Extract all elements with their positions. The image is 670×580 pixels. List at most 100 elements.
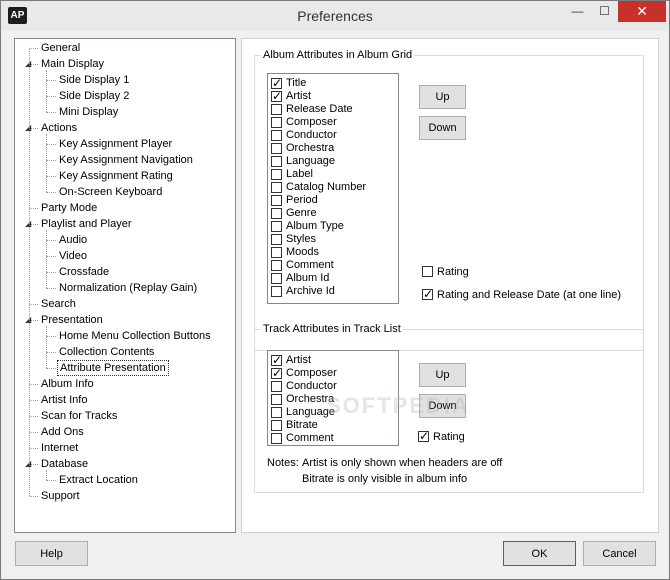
attribute-checkbox[interactable] xyxy=(271,156,282,167)
tree-item[interactable]: Party Mode xyxy=(39,200,99,216)
maximize-button[interactable]: ☐ xyxy=(591,1,618,22)
tree-item[interactable]: Add Ons xyxy=(39,424,86,440)
minimize-button[interactable]: — xyxy=(564,1,591,22)
track-rating-checkbox[interactable]: Rating xyxy=(418,429,465,444)
attribute-checkbox-row[interactable]: Moods xyxy=(271,246,319,259)
tree-item[interactable]: Key Assignment Rating xyxy=(57,168,175,184)
tree-connector xyxy=(46,368,56,369)
attribute-checkbox-row[interactable]: Language xyxy=(271,155,335,168)
attribute-checkbox[interactable] xyxy=(271,366,282,380)
tree-item[interactable]: Normalization (Replay Gain) xyxy=(57,280,199,296)
tree-item[interactable]: On-Screen Keyboard xyxy=(57,184,164,200)
tree-item[interactable]: Attribute Presentation xyxy=(57,360,169,376)
attribute-checkbox[interactable] xyxy=(271,76,282,90)
close-button[interactable]: ✕ xyxy=(618,1,666,22)
attribute-checkbox[interactable] xyxy=(271,247,282,258)
tree-item[interactable]: Main Display xyxy=(39,56,106,72)
rating-release-date-checkbox-box[interactable] xyxy=(422,287,433,301)
attribute-checkbox[interactable] xyxy=(271,117,282,128)
tree-item[interactable]: Side Display 2 xyxy=(57,88,131,104)
album-rating-checkbox[interactable]: Rating xyxy=(422,265,469,279)
attribute-checkbox[interactable] xyxy=(271,353,282,367)
attribute-checkbox[interactable] xyxy=(271,381,282,392)
attribute-checkbox-row[interactable]: Period xyxy=(271,194,318,207)
attribute-checkbox-row[interactable]: Orchestra xyxy=(271,142,334,155)
preferences-window: AP Preferences — ☐ ✕ General ◢ Main Displa… xyxy=(0,0,670,580)
track-rating-checkbox-box[interactable] xyxy=(418,429,429,443)
attribute-checkbox-row[interactable]: Catalog Number xyxy=(271,181,366,194)
attribute-checkbox[interactable] xyxy=(271,433,282,444)
attribute-checkbox[interactable] xyxy=(271,143,282,154)
tree-connector xyxy=(46,240,56,241)
tree-item[interactable]: Album Info xyxy=(39,376,96,392)
attribute-checkbox[interactable] xyxy=(271,104,282,115)
attribute-checkbox-row[interactable]: Orchestra xyxy=(271,393,334,406)
attribute-checkbox[interactable] xyxy=(271,182,282,193)
album-down-button[interactable]: Down xyxy=(419,116,466,140)
tree-item[interactable]: Key Assignment Navigation xyxy=(57,152,195,168)
tree-branch-line xyxy=(46,70,47,112)
ok-button[interactable]: OK xyxy=(503,541,576,566)
attribute-checkbox[interactable] xyxy=(271,273,282,284)
tree-item[interactable]: Support xyxy=(39,488,82,504)
tree-item[interactable]: Scan for Tracks xyxy=(39,408,119,424)
rating-release-date-checkbox[interactable]: Rating and Release Date (at one line) xyxy=(422,287,621,302)
tree-item[interactable]: Collection Contents xyxy=(57,344,156,360)
tree-item[interactable]: Video xyxy=(57,248,89,264)
attribute-checkbox[interactable] xyxy=(271,286,282,297)
tree-item[interactable]: Audio xyxy=(57,232,89,248)
tree-connector xyxy=(46,80,56,81)
title-bar[interactable]: AP Preferences — ☐ ✕ xyxy=(1,1,669,31)
preferences-tree[interactable]: General ◢ Main Display Side Display 1 Side D… xyxy=(14,38,236,533)
attribute-checkbox-row[interactable]: Archive Id xyxy=(271,285,335,298)
attribute-checkbox[interactable] xyxy=(271,394,282,405)
attribute-checkbox-row[interactable]: Album Id xyxy=(271,272,329,285)
attribute-checkbox[interactable] xyxy=(271,169,282,180)
tree-item[interactable]: Actions xyxy=(39,120,79,136)
attribute-checkbox-row[interactable]: Comment xyxy=(271,259,334,272)
tree-item[interactable]: General xyxy=(39,40,82,56)
attribute-checkbox-row[interactable]: Composer xyxy=(271,116,337,129)
attribute-checkbox[interactable] xyxy=(271,89,282,103)
album-rating-checkbox-box[interactable] xyxy=(422,266,433,277)
album-up-button[interactable]: Up xyxy=(419,85,466,109)
attribute-checkbox[interactable] xyxy=(271,130,282,141)
tree-item[interactable]: Crossfade xyxy=(57,264,111,280)
attribute-checkbox-row[interactable]: Styles xyxy=(271,233,316,246)
attribute-checkbox[interactable] xyxy=(271,234,282,245)
attribute-checkbox-row[interactable]: Composer xyxy=(271,366,337,380)
tree-item[interactable]: Internet xyxy=(39,440,80,456)
tree-connector xyxy=(46,336,56,337)
tree-item[interactable]: Mini Display xyxy=(57,104,120,120)
attribute-checkbox[interactable] xyxy=(271,195,282,206)
tree-root-line xyxy=(29,48,30,496)
attribute-checkbox-row[interactable]: Conductor xyxy=(271,129,337,142)
attribute-checkbox-row[interactable]: Conductor xyxy=(271,380,337,393)
attribute-checkbox[interactable] xyxy=(271,208,282,219)
attribute-checkbox-row[interactable]: Album Type xyxy=(271,220,344,233)
attribute-checkbox-row[interactable]: Genre xyxy=(271,207,317,220)
help-button[interactable]: Help xyxy=(15,541,88,566)
tree-item[interactable]: Presentation xyxy=(39,312,105,328)
attribute-checkbox-row[interactable]: Comment xyxy=(271,432,334,445)
attribute-checkbox[interactable] xyxy=(271,420,282,431)
attribute-checkbox-row[interactable]: Label xyxy=(271,168,313,181)
attribute-checkbox[interactable] xyxy=(271,407,282,418)
attribute-label: Language xyxy=(286,155,335,167)
tree-item[interactable]: Home Menu Collection Buttons xyxy=(57,328,213,344)
tree-item[interactable]: Artist Info xyxy=(39,392,89,408)
attribute-label: Title xyxy=(286,77,307,89)
album-attributes-list[interactable]: TitleArtistRelease DateComposerConductor… xyxy=(267,73,399,304)
attribute-checkbox[interactable] xyxy=(271,260,282,271)
attribute-checkbox-row[interactable]: Artist xyxy=(271,89,311,103)
cancel-button[interactable]: Cancel xyxy=(583,541,656,566)
tree-item[interactable]: Search xyxy=(39,296,78,312)
tree-item[interactable]: Extract Location xyxy=(57,472,140,488)
tree-item[interactable]: Side Display 1 xyxy=(57,72,131,88)
attribute-checkbox-row[interactable]: Bitrate xyxy=(271,419,318,432)
tree-item[interactable]: Key Assignment Player xyxy=(57,136,174,152)
tree-item[interactable]: Playlist and Player xyxy=(39,216,134,232)
attribute-checkbox-row[interactable]: Release Date xyxy=(271,103,353,116)
track-up-button[interactable]: Up xyxy=(419,363,466,387)
attribute-checkbox[interactable] xyxy=(271,221,282,232)
